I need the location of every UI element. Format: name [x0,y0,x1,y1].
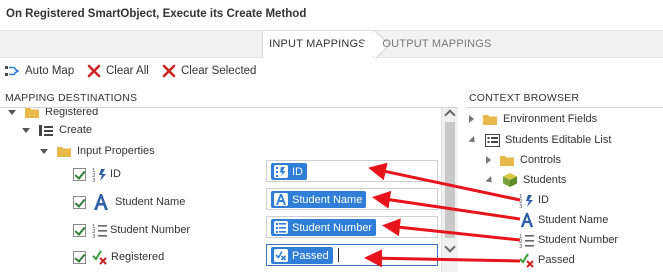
expand-icon[interactable] [485,175,495,185]
field-row-registered[interactable]: Registered [73,247,164,267]
field-label: Registered [111,251,165,263]
field-label: Passed [538,254,575,266]
folder-icon [57,146,71,157]
expand-icon[interactable] [468,135,478,145]
page-title: On Registered SmartObject, Execute its C… [6,8,307,20]
number-type-icon [274,221,288,234]
left-scrollbar[interactable] [441,108,458,272]
field-label: ID [110,168,121,180]
mapped-field-chip[interactable]: ID [271,163,307,180]
tree-item-label: Environment Fields [503,113,598,125]
auto-map-label: Auto Map [25,65,75,77]
context-field-id[interactable]: 123 ID [519,190,549,210]
mapping-destinations-header: MAPPING DESTINATIONS [5,92,138,104]
mapped-field-chip[interactable]: Passed [271,247,333,264]
chip-label: Passed [292,249,329,262]
title-bar: On Registered SmartObject, Execute its C… [0,0,663,30]
text-type-icon [274,193,288,206]
field-checkbox[interactable] [73,223,86,237]
text-type-icon [520,212,534,228]
field-row-id[interactable]: 123 ID [73,164,121,184]
chip-label: ID [292,165,303,178]
tab-input-mappings[interactable]: INPUT MAPPINGS [262,31,372,58]
tree-item-students-editable-list[interactable]: Students Editable List [468,130,612,150]
mapping-input-id[interactable]: ID [266,160,438,182]
tab-output-mappings[interactable]: OUTPUT MAPPINGS [378,31,496,58]
mapping-input-student-name[interactable]: Student Name [266,188,438,210]
expand-icon[interactable] [40,148,48,154]
tree-item-input-properties[interactable]: Input Properties [40,141,155,161]
smartobject-icon [503,173,517,187]
expand-icon[interactable] [486,156,491,164]
tree-item-label: Create [59,124,93,136]
scroll-thumb[interactable] [445,122,455,238]
list-view-icon [485,133,500,147]
tree-item-label: Registered [45,108,99,118]
field-label: Student Name [538,214,609,226]
folder-icon [483,114,497,125]
context-field-passed[interactable]: Passed [519,250,575,270]
clear-icon [87,64,101,78]
expand-icon[interactable] [22,127,30,133]
mapping-input-registered[interactable]: Passed [266,244,438,266]
toolbar: Auto Map Clear All Clear Selected [0,58,663,84]
context-browser-tree: Environment Fields Students Editable Lis… [466,108,663,272]
clear-icon [162,64,176,78]
number-type-icon: 123 [92,224,107,238]
field-label: Student Number [110,224,191,236]
svg-text:3: 3 [519,204,523,208]
method-icon [39,124,53,136]
yes-no-icon [92,250,107,265]
tree-item-students[interactable]: Students [485,170,567,190]
clear-all-label: Clear All [106,65,149,77]
clear-selected-label: Clear Selected [181,65,257,77]
field-row-student-number[interactable]: 123 Student Number [73,220,190,240]
field-label: ID [538,194,549,206]
tree-item-label: Controls [520,154,561,166]
tree-item-label: Students Editable List [505,134,612,146]
context-browser-header: CONTEXT BROWSER [469,92,580,104]
mapped-field-chip[interactable]: Student Number [271,219,377,236]
field-checkbox[interactable] [73,250,86,264]
tree-item-label: Students [523,174,567,186]
field-label: Student Name [115,196,186,208]
svg-text:3: 3 [92,178,96,182]
expand-icon[interactable] [469,115,474,123]
auto-map-icon [5,66,20,76]
scroll-down-icon[interactable] [444,241,456,253]
svg-text:3: 3 [519,244,523,248]
context-field-student-number[interactable]: 123 Student Number [519,230,618,250]
tree-item-controls[interactable]: Controls [486,150,561,170]
context-field-student-name[interactable]: Student Name [519,210,608,230]
mapped-field-chip[interactable]: Student Name [271,191,367,208]
autonumber-icon: 123 [92,168,106,182]
folder-icon [25,108,39,118]
tree-item-environment-fields[interactable]: Environment Fields [469,109,597,129]
clear-all-button[interactable]: Clear All [87,62,149,80]
yes-no-icon [274,249,288,262]
field-checkbox[interactable] [73,195,86,209]
mapping-input-student-number[interactable]: Student Number [266,216,438,238]
text-cursor [338,248,339,262]
field-checkbox[interactable] [73,167,86,181]
expand-icon[interactable] [8,109,16,115]
mapping-tabs: INPUT MAPPINGS OUTPUT MAPPINGS [0,30,663,60]
scroll-up-icon[interactable] [444,109,456,121]
clear-selected-button[interactable]: Clear Selected [162,62,256,80]
yes-no-icon [519,253,534,268]
chip-label: Student Number [292,221,373,234]
tree-item-create[interactable]: Create [22,120,92,140]
auto-map-button[interactable]: Auto Map [4,62,74,80]
text-type-icon [94,194,108,210]
chip-label: Student Name [292,193,363,206]
folder-icon [500,155,514,166]
tree-item-label: Input Properties [77,145,155,157]
field-label: Student Number [538,234,619,246]
field-row-student-name[interactable]: Student Name [73,192,185,212]
autonumber-icon [274,165,288,178]
number-type-icon: 123 [519,234,534,248]
mapping-destinations-tree: Registered Create Input Properties 123 I… [0,108,458,272]
svg-text:3: 3 [92,234,96,238]
autonumber-icon: 123 [519,194,533,208]
